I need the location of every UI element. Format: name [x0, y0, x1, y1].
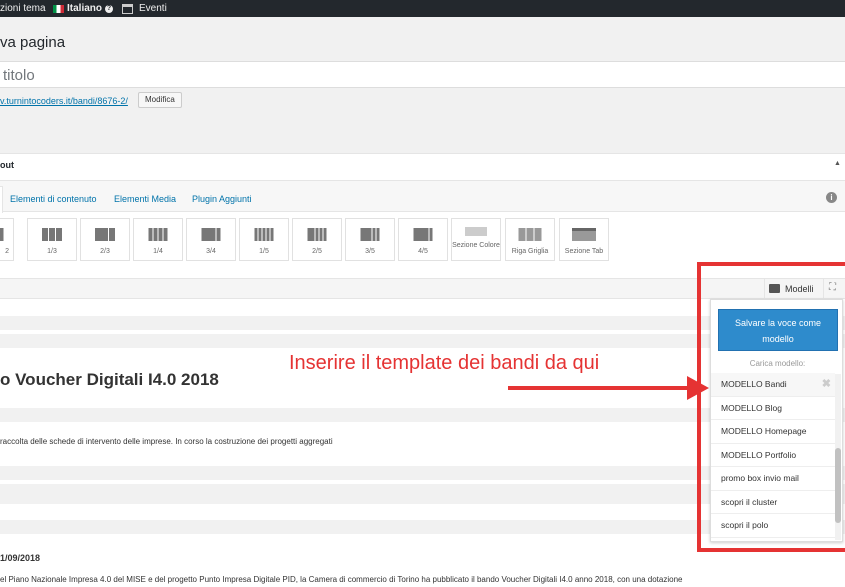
save-as-template-button[interactable]: Salvare la voce come modello	[718, 309, 838, 351]
delete-icon[interactable]: ✖	[822, 373, 831, 396]
builder-panel-title: out	[0, 160, 14, 170]
layout-element-label: 1/5	[259, 248, 269, 255]
template-item-label: MODELLO Portfolio	[721, 449, 797, 460]
column-layout-icon	[201, 228, 221, 241]
calendar-icon	[122, 3, 133, 14]
permalink-link[interactable]: v.turnintocoders.it/bandi/8676-2/	[0, 96, 128, 106]
template-item[interactable]: promo box invio mail	[711, 467, 835, 491]
admin-bar-theme-options-label: zioni tema	[0, 3, 46, 14]
layout-element-2-5[interactable]: 2/5	[292, 218, 342, 261]
template-item-label: scopri il polo	[721, 520, 769, 530]
template-item-label: promo box invio mail	[721, 473, 799, 483]
layout-element-label: Riga Griglia	[511, 248, 549, 255]
template-item[interactable]: scopri il polo	[711, 514, 835, 538]
page-title: va pagina	[0, 34, 66, 51]
column-layout-icon	[413, 228, 433, 241]
column-layout-icon	[360, 228, 380, 241]
language-switcher[interactable]: Italiano ?	[53, 3, 114, 14]
post-title-input[interactable]: titolo	[0, 61, 845, 88]
grid-row-icon	[518, 228, 542, 241]
edit-permalink-button[interactable]: Modifica	[138, 92, 182, 108]
info-icon[interactable]: i	[826, 192, 837, 203]
column-layout-icon	[148, 228, 168, 241]
tab-section-icon	[572, 228, 596, 241]
color-section-icon	[465, 227, 487, 240]
template-item[interactable]: MODELLO Bandi ✖	[711, 373, 835, 397]
annotation-arrow-line	[508, 386, 692, 390]
column-layout-icon	[307, 228, 327, 241]
layout-element-1-3[interactable]: 1/3	[27, 218, 77, 261]
template-item[interactable]: MODELLO Homepage	[711, 420, 835, 444]
events-label: Eventi	[139, 3, 167, 14]
content-heading: o Voucher Digitali I4.0 2018	[0, 370, 219, 389]
layout-element-3-5[interactable]: 3/5	[345, 218, 395, 261]
dropdown-scrollbar-thumb[interactable]	[835, 448, 841, 523]
template-item-label: MODELLO Homepage	[721, 426, 807, 436]
layout-element-sezione-tab[interactable]: Sezione Tab	[559, 218, 609, 261]
content-date: 1/09/2018	[0, 553, 41, 563]
layout-element-1-4[interactable]: 1/4	[133, 218, 183, 261]
layout-element-2-3[interactable]: 2/3	[80, 218, 130, 261]
tab-plugin-elements[interactable]: Plugin Aggiunti	[192, 194, 252, 204]
language-label: Italiano	[67, 3, 103, 14]
layout-element-4-5[interactable]: 4/5	[398, 218, 448, 261]
annotation-text: Inserire il template dei bandi da qui	[289, 352, 600, 374]
layout-element-label: 2/3	[100, 248, 110, 255]
column-layout-icon	[254, 228, 274, 241]
layout-element-label: 1/3	[47, 248, 57, 255]
content-description: raccolta delle schede di intervento dell…	[0, 437, 333, 446]
column-layout-icon	[42, 228, 62, 241]
tab-active-edge	[0, 186, 3, 213]
load-template-label: Carica modello:	[749, 359, 806, 368]
layout-element-label: 3/4	[206, 248, 216, 255]
admin-bar: zioni tema Italiano ? Eventi	[0, 0, 845, 17]
layout-element-1-2[interactable]: 2	[0, 218, 14, 261]
layout-element-label: 3/5	[365, 248, 375, 255]
template-item[interactable]: MODELLO Portfolio	[711, 444, 835, 467]
layout-element-label: 4/5	[418, 248, 428, 255]
modelli-dropdown: Salvare la voce come modello Carica mode…	[710, 299, 843, 542]
tab-content-elements[interactable]: Elementi di contenuto	[10, 194, 97, 204]
template-item-label: scopri il cluster	[721, 496, 778, 507]
help-icon: ?	[105, 4, 114, 13]
layout-element-label: 1/4	[153, 248, 163, 255]
template-item-label: MODELLO Bandi	[721, 379, 787, 389]
layout-element-1-5[interactable]: 1/5	[239, 218, 289, 261]
collapse-arrow-icon[interactable]: ▲	[834, 160, 841, 167]
layout-element-riga-griglia[interactable]: Riga Griglia	[505, 218, 555, 261]
post-title-placeholder: titolo	[3, 67, 35, 84]
column-layout-icon	[0, 228, 4, 241]
template-list: MODELLO Bandi ✖ MODELLO Blog MODELLO Hom…	[711, 373, 835, 538]
layout-element-label: 2	[5, 248, 9, 255]
italy-flag-icon	[53, 4, 64, 13]
layout-element-sezione-colore[interactable]: Sezione Colore	[451, 218, 501, 261]
layout-element-label: Sezione Tab	[564, 248, 604, 255]
template-item-label: MODELLO Blog	[721, 402, 782, 413]
column-layout-icon	[95, 228, 115, 241]
content-body: el Piano Nazionale Impresa 4.0 del MISE …	[0, 575, 683, 584]
layout-element-3-4[interactable]: 3/4	[186, 218, 236, 261]
template-item[interactable]: scopri il cluster	[711, 491, 835, 514]
layout-element-label: Sezione Colore	[452, 242, 500, 249]
admin-bar-theme-options[interactable]: zioni tema	[0, 3, 46, 14]
admin-bar-events[interactable]: Eventi	[122, 3, 167, 14]
template-item[interactable]: MODELLO Blog	[711, 397, 835, 420]
layout-element-label: 2/5	[312, 248, 322, 255]
tab-media-elements[interactable]: Elementi Media	[114, 194, 176, 204]
